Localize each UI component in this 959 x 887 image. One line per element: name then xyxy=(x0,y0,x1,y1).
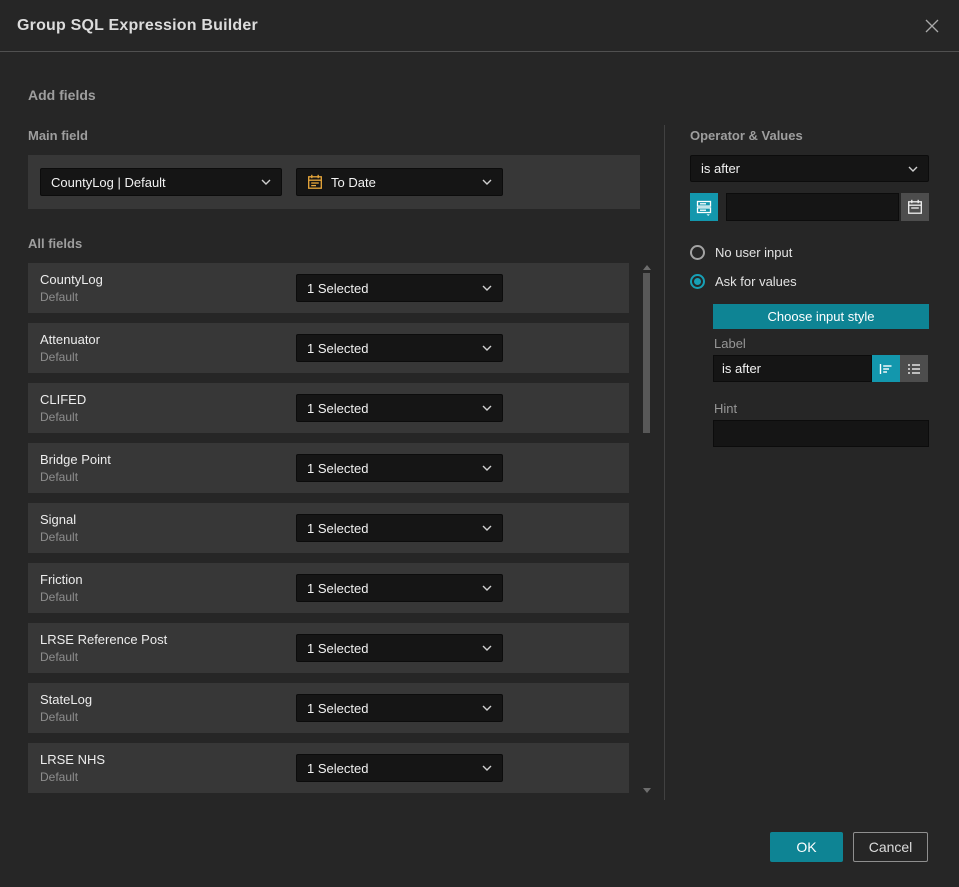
panel-divider xyxy=(664,125,665,800)
radio-ask-for-values[interactable]: Ask for values xyxy=(690,274,797,289)
chevron-down-icon xyxy=(482,585,492,591)
field-row: Friction Default 1 Selected xyxy=(28,563,629,613)
scroll-up-arrow-icon[interactable] xyxy=(643,265,651,270)
field-row: Bridge Point Default 1 Selected xyxy=(28,443,629,493)
field-selection-dropdown[interactable]: 1 Selected xyxy=(296,634,503,662)
scrollbar-thumb[interactable] xyxy=(643,273,650,433)
chevron-down-icon xyxy=(482,465,492,471)
text-input-style-button[interactable] xyxy=(872,355,900,382)
field-row: CountyLog Default 1 Selected xyxy=(28,263,629,313)
unique-values-button[interactable] xyxy=(690,193,718,221)
field-selection-value: 1 Selected xyxy=(307,640,369,656)
field-selection-dropdown[interactable]: 1 Selected xyxy=(296,694,503,722)
hint-input[interactable] xyxy=(713,420,929,447)
date-picker-button[interactable] xyxy=(901,193,929,221)
field-selection-dropdown[interactable]: 1 Selected xyxy=(296,514,503,542)
chevron-down-icon xyxy=(482,525,492,531)
operator-select[interactable]: is after xyxy=(690,155,929,182)
chevron-down-icon xyxy=(482,179,492,185)
radio-no-user-input-label: No user input xyxy=(715,245,793,260)
main-field-panel: CountyLog | Default To Date xyxy=(28,155,640,209)
hint-label: Hint xyxy=(714,401,738,416)
dialog-title: Group SQL Expression Builder xyxy=(17,16,258,34)
field-selection-value: 1 Selected xyxy=(307,280,369,296)
field-row: CLIFED Default 1 Selected xyxy=(28,383,629,433)
field-selection-value: 1 Selected xyxy=(307,760,369,776)
main-field-select-value: CountyLog | Default xyxy=(51,174,166,190)
chevron-down-icon xyxy=(482,705,492,711)
scroll-down-arrow-icon[interactable] xyxy=(643,788,651,793)
field-row: Attenuator Default 1 Selected xyxy=(28,323,629,373)
ok-button[interactable]: OK xyxy=(770,832,843,862)
field-selection-value: 1 Selected xyxy=(307,400,369,416)
radio-unselected-icon[interactable] xyxy=(690,245,705,260)
input-style-toggle xyxy=(872,355,928,382)
all-fields-list: CountyLog Default 1 Selected Attenuator … xyxy=(28,263,629,803)
field-row: LRSE NHS Default 1 Selected xyxy=(28,743,629,793)
chevron-down-icon xyxy=(482,765,492,771)
dialog-header: Group SQL Expression Builder xyxy=(0,0,959,52)
choose-input-style-button[interactable]: Choose input style xyxy=(713,304,929,329)
field-selection-value: 1 Selected xyxy=(307,580,369,596)
operator-values-heading: Operator & Values xyxy=(690,128,803,143)
calendar-icon xyxy=(307,174,323,190)
field-selection-dropdown[interactable]: 1 Selected xyxy=(296,394,503,422)
field-selection-dropdown[interactable]: 1 Selected xyxy=(296,454,503,482)
operator-select-value: is after xyxy=(701,161,741,176)
chevron-down-icon xyxy=(482,285,492,291)
list-scrollbar[interactable] xyxy=(642,263,651,795)
main-field-date-select-value: To Date xyxy=(331,174,376,190)
field-selection-value: 1 Selected xyxy=(307,340,369,356)
all-fields-heading: All fields xyxy=(28,236,83,251)
list-input-style-button[interactable] xyxy=(900,355,928,382)
main-field-date-select[interactable]: To Date xyxy=(296,168,503,196)
radio-selected-icon[interactable] xyxy=(690,274,705,289)
cancel-button[interactable]: Cancel xyxy=(853,832,928,862)
label-label: Label xyxy=(714,336,746,351)
group-sql-expression-builder-dialog: Group SQL Expression Builder Add fields … xyxy=(0,0,959,887)
field-selection-dropdown[interactable]: 1 Selected xyxy=(296,334,503,362)
chevron-down-icon xyxy=(482,345,492,351)
field-row: Signal Default 1 Selected xyxy=(28,503,629,553)
field-selection-dropdown[interactable]: 1 Selected xyxy=(296,574,503,602)
field-selection-dropdown[interactable]: 1 Selected xyxy=(296,754,503,782)
chevron-down-icon xyxy=(261,179,271,185)
value-input-row xyxy=(690,193,929,221)
radio-no-user-input[interactable]: No user input xyxy=(690,245,792,260)
chevron-down-icon xyxy=(908,166,918,172)
main-field-select[interactable]: CountyLog | Default xyxy=(40,168,282,196)
field-selection-value: 1 Selected xyxy=(307,460,369,476)
field-selection-dropdown[interactable]: 1 Selected xyxy=(296,274,503,302)
field-selection-value: 1 Selected xyxy=(307,520,369,536)
add-fields-heading: Add fields xyxy=(28,87,96,103)
chevron-down-icon xyxy=(482,645,492,651)
field-selection-value: 1 Selected xyxy=(307,700,369,716)
label-input[interactable] xyxy=(713,355,872,382)
value-input[interactable] xyxy=(726,193,899,221)
chevron-down-icon xyxy=(482,405,492,411)
close-icon[interactable] xyxy=(922,16,942,36)
field-row: LRSE Reference Post Default 1 Selected xyxy=(28,623,629,673)
radio-ask-for-values-label: Ask for values xyxy=(715,274,797,289)
field-row: StateLog Default 1 Selected xyxy=(28,683,629,733)
main-field-heading: Main field xyxy=(28,128,88,143)
